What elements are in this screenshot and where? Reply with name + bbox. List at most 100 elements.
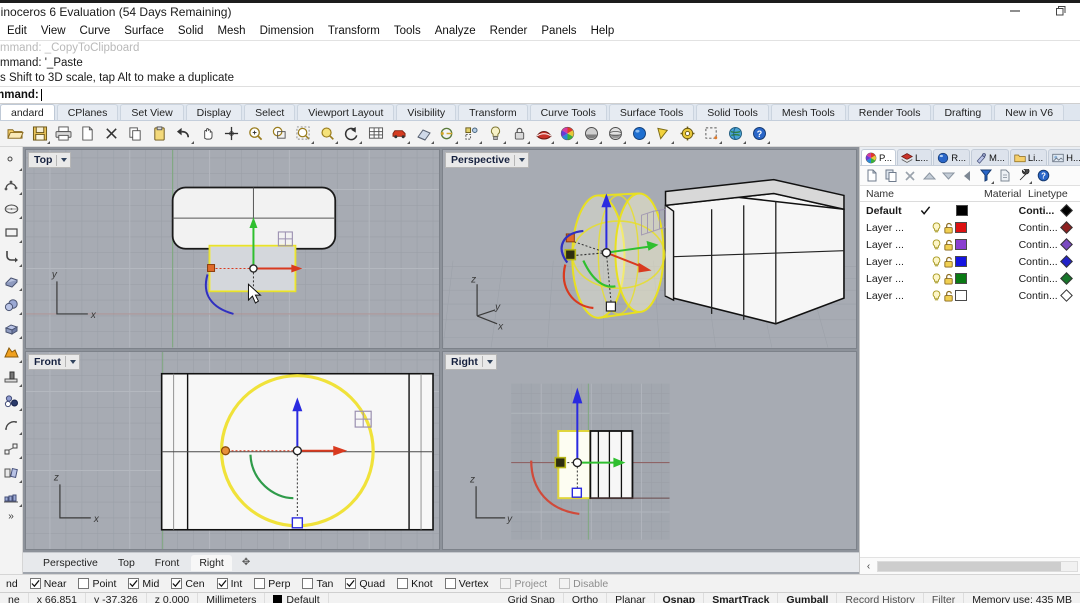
open-folder-icon[interactable] — [4, 122, 27, 145]
toolbar-tab-transform[interactable]: Transform — [458, 104, 527, 120]
osnap-int[interactable]: Int — [211, 578, 249, 590]
toolbar-tab-new-in-v6[interactable]: New in V6 — [994, 104, 1064, 120]
layer-lock-icon[interactable] — [943, 273, 956, 285]
toolbar-tab-visibility[interactable]: Visibility — [396, 104, 456, 120]
layer-print-color-diamond[interactable] — [1060, 289, 1073, 302]
select-box-icon[interactable] — [700, 122, 723, 145]
layer-print-color-cell[interactable] — [1062, 274, 1080, 283]
toolbar-tab-mesh-tools[interactable]: Mesh Tools — [771, 104, 846, 120]
layer-color-swatch[interactable] — [955, 273, 967, 284]
table-row[interactable]: Layer ... Contin... — [860, 253, 1080, 270]
scrollbar-thumb[interactable] — [878, 562, 1061, 571]
osnap-near-checkbox[interactable] — [30, 578, 41, 589]
layer-visibility-icon[interactable] — [931, 290, 943, 302]
menu-analyze[interactable]: Analyze — [428, 24, 483, 38]
zoom-selected-icon[interactable] — [316, 122, 339, 145]
boolean-union-icon[interactable] — [1, 341, 22, 364]
move-down-icon[interactable] — [940, 168, 956, 184]
menu-edit[interactable]: Edit — [0, 24, 34, 38]
osnap-project[interactable]: Project — [494, 578, 553, 590]
layer-color-swatch[interactable] — [956, 205, 968, 216]
grid-icon[interactable] — [364, 122, 387, 145]
osnap-project-checkbox[interactable] — [500, 578, 511, 589]
osnap-vertex[interactable]: Vertex — [439, 578, 495, 590]
chevron-down-icon[interactable] — [70, 360, 76, 364]
chevron-down-icon[interactable] — [61, 158, 67, 162]
toolbar-tab-display[interactable]: Display — [186, 104, 242, 120]
layer-name[interactable]: Layer ... — [860, 222, 920, 234]
viewport-front[interactable]: z x Front — [25, 351, 440, 551]
layer-print-color-diamond[interactable] — [1060, 204, 1073, 217]
layer-color-swatch-cell[interactable] — [955, 290, 978, 301]
pan-icon[interactable] — [196, 122, 219, 145]
viewport-top-label[interactable]: Top — [28, 152, 71, 168]
layer-print-color-diamond[interactable] — [1060, 238, 1073, 251]
layer-name[interactable]: Layer ... — [860, 239, 920, 251]
viewport-right-label[interactable]: Right — [445, 354, 497, 370]
layer-visibility-icon[interactable] — [931, 273, 943, 285]
point-icon[interactable] — [1, 149, 22, 172]
new-layer-icon[interactable] — [864, 168, 880, 184]
fillet-curve-icon[interactable] — [1, 245, 22, 268]
layer-visibility-icon[interactable] — [931, 256, 943, 268]
layer-lock-icon[interactable] — [943, 222, 956, 234]
toolbar-tab-solid-tools[interactable]: Solid Tools — [696, 104, 769, 120]
layer-print-color-diamond[interactable] — [1060, 221, 1073, 234]
tools-icon[interactable] — [1016, 168, 1032, 184]
layer-color-swatch[interactable] — [955, 239, 967, 250]
menu-view[interactable]: View — [34, 24, 73, 38]
extrude-solid-icon[interactable] — [1, 365, 22, 388]
toolbar-tab-viewport-layout[interactable]: Viewport Layout — [297, 104, 394, 120]
toolbar-tab-render-tools[interactable]: Render Tools — [848, 104, 932, 120]
menu-dimension[interactable]: Dimension — [253, 24, 321, 38]
color-wheel-icon[interactable] — [556, 122, 579, 145]
viewport-tab-right[interactable]: Right — [191, 555, 232, 571]
rotate-view-icon[interactable] — [340, 122, 363, 145]
osnap-tan-checkbox[interactable] — [302, 578, 313, 589]
undo-icon[interactable] — [172, 122, 195, 145]
point-light-icon[interactable] — [652, 122, 675, 145]
status-toggle-filter[interactable]: Filter — [924, 593, 964, 603]
boolean-difference-icon[interactable] — [1, 389, 22, 412]
menu-tools[interactable]: Tools — [387, 24, 428, 38]
paste-icon[interactable] — [148, 122, 171, 145]
layer-sheet-icon[interactable] — [997, 168, 1013, 184]
move-up-icon[interactable] — [921, 168, 937, 184]
status-toggle-grid-snap[interactable]: Grid Snap — [500, 593, 564, 603]
layer-linetype[interactable]: Conti... — [1019, 205, 1062, 217]
zoom-in-icon[interactable] — [244, 122, 267, 145]
layer-linetype[interactable]: Contin... — [1019, 256, 1062, 268]
viewport-tab-top[interactable]: Top — [110, 555, 143, 571]
add-viewport-icon[interactable]: ✥ — [236, 556, 256, 569]
extrude-surface-icon[interactable] — [1, 269, 22, 292]
status-toggle-gumball[interactable]: Gumball — [778, 593, 837, 603]
layer-panel-scrollbar[interactable]: ‹ — [860, 557, 1080, 574]
delete-layer-icon[interactable] — [902, 168, 918, 184]
layer-name[interactable]: Default — [860, 205, 920, 217]
layer-print-color-cell[interactable] — [1062, 223, 1080, 232]
toolbar-tab-curve-tools[interactable]: Curve Tools — [530, 104, 607, 120]
status-toggle-osnap[interactable]: Osnap — [655, 593, 705, 603]
minimize-icon[interactable] — [1004, 1, 1026, 21]
help-icon[interactable]: ? — [748, 122, 771, 145]
layer-color-swatch-cell[interactable] — [955, 222, 978, 233]
menu-surface[interactable]: Surface — [117, 24, 171, 38]
layer-state-icon[interactable] — [436, 122, 459, 145]
menu-curve[interactable]: Curve — [73, 24, 118, 38]
ghosted-sphere-icon[interactable] — [604, 122, 627, 145]
panel-tab-libraries[interactable]: Li... — [1010, 149, 1047, 165]
filter-icon[interactable] — [978, 168, 994, 184]
viewport-tab-perspective[interactable]: Perspective — [35, 555, 106, 571]
layer-color-swatch-cell[interactable] — [955, 256, 978, 267]
surface-icon[interactable] — [532, 122, 555, 145]
table-row[interactable]: Layer ... Contin... — [860, 219, 1080, 236]
menu-render[interactable]: Render — [483, 24, 535, 38]
menu-mesh[interactable]: Mesh — [210, 24, 252, 38]
osnap-disable-checkbox[interactable] — [559, 578, 570, 589]
osnap-point-checkbox[interactable] — [78, 578, 89, 589]
toolbar-tab-surface-tools[interactable]: Surface Tools — [609, 104, 694, 120]
status-toggle-smarttrack[interactable]: SmartTrack — [704, 593, 778, 603]
viewport-perspective-label[interactable]: Perspective — [445, 152, 529, 168]
layer-print-color-cell[interactable] — [1062, 206, 1080, 215]
layer-color-swatch-cell[interactable] — [955, 273, 978, 284]
